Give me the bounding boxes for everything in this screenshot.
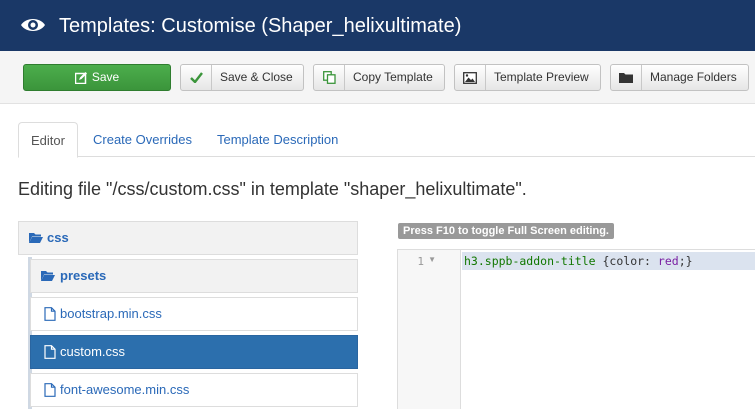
css-brace-open: { bbox=[595, 254, 610, 268]
page-title: Templates: Customise (Shaper_helixultima… bbox=[59, 15, 462, 37]
tree-label: css bbox=[47, 230, 69, 245]
copy-icon bbox=[314, 65, 345, 90]
file-icon bbox=[44, 383, 56, 397]
save-close-label: Save & Close bbox=[220, 70, 293, 84]
file-icon bbox=[44, 345, 56, 359]
save-label: Save bbox=[91, 70, 120, 84]
copy-template-button[interactable]: Copy Template bbox=[313, 64, 445, 91]
css-selector: h3.sppb-addon-title bbox=[464, 254, 596, 268]
edit-icon bbox=[74, 65, 87, 90]
tree-label: custom.css bbox=[60, 344, 126, 359]
code-line: h3.sppb-addon-title {color: red;} bbox=[464, 254, 693, 269]
tab-create-overrides[interactable]: Create Overrides bbox=[93, 122, 192, 157]
tree-folder-presets[interactable]: presets bbox=[30, 259, 358, 293]
line-number: 1 bbox=[417, 255, 424, 268]
fullscreen-hint: Press F10 to toggle Full Screen editing. bbox=[398, 223, 614, 239]
folder-open-icon bbox=[41, 271, 55, 281]
css-colon: : bbox=[644, 254, 651, 268]
folder-open-icon bbox=[29, 233, 43, 243]
toolbar: Save Save & Close Copy Template Template… bbox=[0, 51, 755, 104]
eye-icon bbox=[21, 19, 45, 31]
picture-icon bbox=[455, 65, 486, 90]
tree-file-font-awesome[interactable]: font-awesome.min.css bbox=[30, 373, 358, 407]
template-preview-button[interactable]: Template Preview bbox=[454, 64, 601, 91]
save-close-button[interactable]: Save & Close bbox=[180, 64, 304, 91]
tree-label: font-awesome.min.css bbox=[60, 382, 190, 397]
folder-icon bbox=[611, 65, 642, 90]
check-icon bbox=[181, 65, 212, 90]
editing-file-heading: Editing file "/css/custom.css" in templa… bbox=[18, 179, 527, 199]
manage-folders-button[interactable]: Manage Folders bbox=[610, 64, 749, 91]
css-property: color bbox=[609, 254, 645, 268]
tree-label: bootstrap.min.css bbox=[60, 306, 162, 321]
template-preview-label: Template Preview bbox=[494, 70, 589, 84]
tab-editor[interactable]: Editor bbox=[18, 122, 78, 158]
line-gutter: 1 ▼ bbox=[398, 250, 461, 409]
tree-label: presets bbox=[60, 268, 107, 283]
manage-folders-label: Manage Folders bbox=[650, 70, 737, 84]
tree-folder-css[interactable]: css bbox=[18, 221, 358, 255]
tab-bar: Editor Create Overrides Template Descrip… bbox=[18, 122, 755, 158]
css-value: red bbox=[650, 254, 679, 268]
save-button[interactable]: Save bbox=[23, 64, 171, 91]
copy-template-label: Copy Template bbox=[353, 70, 433, 84]
css-brace-close: ;} bbox=[678, 254, 693, 268]
tab-template-description[interactable]: Template Description bbox=[217, 122, 338, 157]
tree-file-custom[interactable]: custom.css bbox=[30, 335, 358, 369]
file-icon bbox=[44, 307, 56, 321]
fold-arrow-icon[interactable]: ▼ bbox=[428, 255, 436, 264]
code-editor[interactable]: 1 ▼ h3.sppb-addon-title {color: red;} bbox=[397, 249, 755, 409]
tree-file-bootstrap[interactable]: bootstrap.min.css bbox=[30, 297, 358, 331]
page-header: Templates: Customise (Shaper_helixultima… bbox=[0, 0, 755, 51]
